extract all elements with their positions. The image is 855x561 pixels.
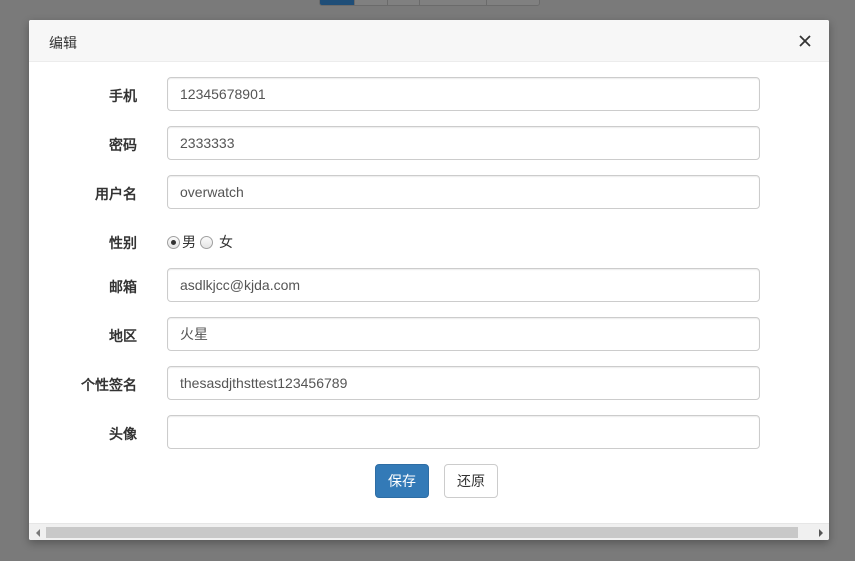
- pager-page: [387, 0, 419, 5]
- signature-label: 个性签名: [81, 377, 137, 393]
- pager-page: [419, 0, 486, 5]
- gender-radio-group: 男 女: [167, 232, 237, 252]
- close-icon[interactable]: [797, 33, 813, 49]
- avatar-label: 头像: [109, 426, 137, 442]
- horizontal-scrollbar[interactable]: [29, 523, 829, 540]
- pager-page: [354, 0, 387, 5]
- scroll-right-arrow-icon[interactable]: [812, 524, 829, 540]
- scrollbar-thumb[interactable]: [46, 527, 798, 538]
- signature-input[interactable]: [167, 366, 760, 400]
- pager-page-active: [320, 0, 354, 5]
- scroll-left-arrow-icon[interactable]: [29, 524, 46, 540]
- save-button[interactable]: 保存: [375, 464, 429, 498]
- gender-row: 性别 男 女: [29, 232, 829, 252]
- background-pagination: [319, 0, 540, 6]
- gender-male-radio[interactable]: [167, 235, 180, 249]
- gender-female-radio[interactable]: [200, 235, 213, 249]
- phone-input[interactable]: [167, 77, 760, 111]
- gender-male-label: 男: [182, 234, 196, 250]
- pager-page: [486, 0, 539, 5]
- reset-button[interactable]: 还原: [444, 464, 498, 498]
- email-label: 邮箱: [109, 279, 137, 295]
- phone-label: 手机: [109, 88, 137, 104]
- username-input[interactable]: [167, 175, 760, 209]
- modal-header: 编辑: [29, 20, 829, 62]
- avatar-input[interactable]: [167, 415, 760, 449]
- email-input[interactable]: [167, 268, 760, 302]
- region-input[interactable]: [167, 317, 760, 351]
- region-label: 地区: [109, 328, 137, 344]
- edit-modal: 编辑 手机 密码 用户名 性别 男 女 邮箱: [29, 20, 829, 540]
- password-label: 密码: [109, 137, 137, 153]
- gender-female-label: 女: [219, 234, 233, 250]
- password-input[interactable]: [167, 126, 760, 160]
- gender-label: 性别: [109, 235, 137, 251]
- modal-title: 编辑: [49, 35, 77, 51]
- username-label: 用户名: [95, 186, 137, 202]
